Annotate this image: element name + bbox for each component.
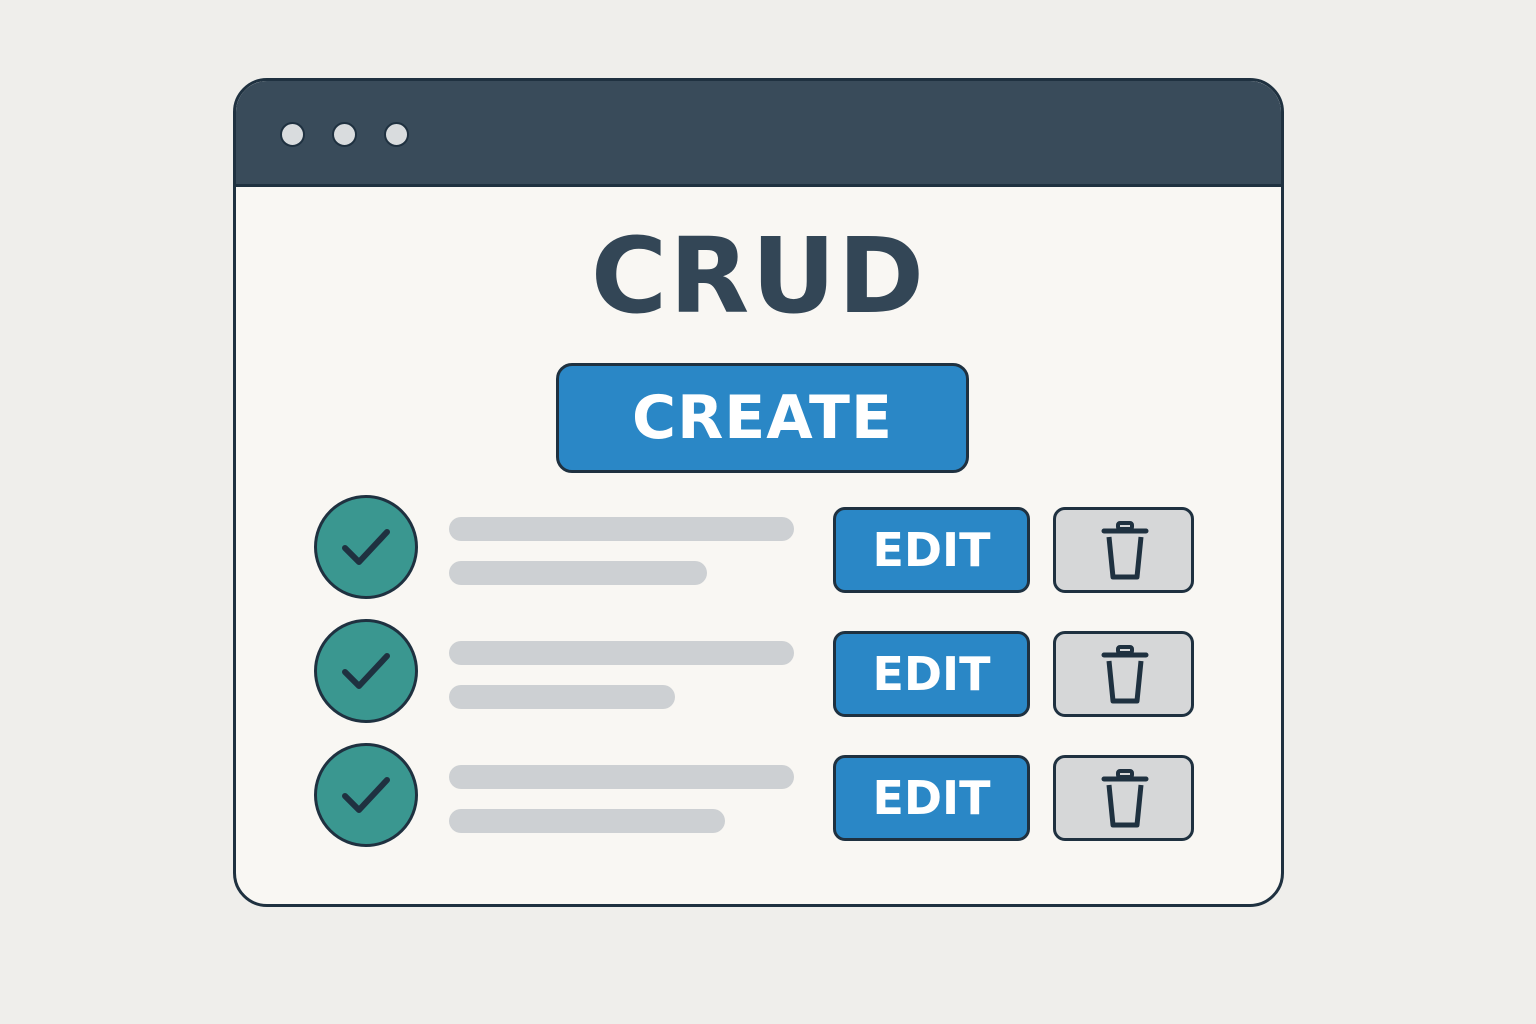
- app-window: CRUD CREATE EDIT EDIT EDIT: [233, 78, 1284, 907]
- check-circle-icon: [314, 743, 418, 847]
- create-button[interactable]: CREATE: [556, 363, 969, 473]
- trash-icon: [1101, 769, 1149, 828]
- window-titlebar: [236, 81, 1281, 187]
- delete-button[interactable]: [1053, 631, 1194, 717]
- list-item: EDIT: [236, 743, 1281, 847]
- check-circle-icon: [314, 619, 418, 723]
- edit-button[interactable]: EDIT: [833, 755, 1030, 841]
- window-control-dot[interactable]: [280, 122, 305, 147]
- check-circle-icon: [314, 495, 418, 599]
- delete-button[interactable]: [1053, 507, 1194, 593]
- text-placeholder-line: [449, 641, 794, 665]
- text-placeholder-line: [449, 765, 794, 789]
- trash-icon: [1101, 521, 1149, 580]
- text-placeholder-line: [449, 685, 675, 709]
- text-placeholder-line: [449, 517, 794, 541]
- trash-icon: [1101, 645, 1149, 704]
- window-control-dot[interactable]: [332, 122, 357, 147]
- text-placeholder-line: [449, 561, 707, 585]
- window-control-dot[interactable]: [384, 122, 409, 147]
- edit-button[interactable]: EDIT: [833, 631, 1030, 717]
- edit-button[interactable]: EDIT: [833, 507, 1030, 593]
- page-title: CRUD: [590, 215, 927, 337]
- delete-button[interactable]: [1053, 755, 1194, 841]
- list-item: EDIT: [236, 619, 1281, 723]
- text-placeholder-line: [449, 809, 725, 833]
- list-item: EDIT: [236, 495, 1281, 599]
